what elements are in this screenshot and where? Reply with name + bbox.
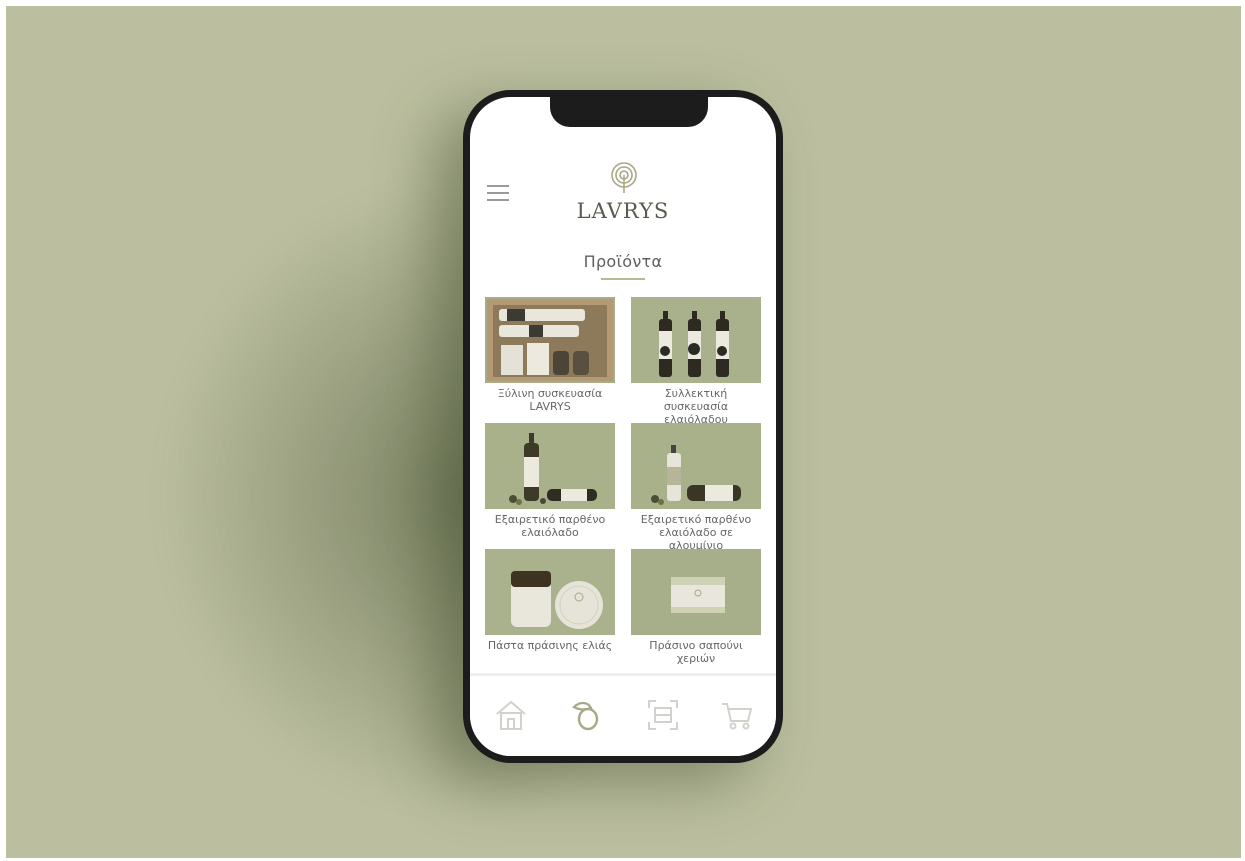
product-label: Πάστα πράσινης ελιάς (487, 639, 613, 652)
product-image (485, 297, 615, 383)
product-card[interactable]: Συλλεκτική συσκευασία ελαιόλαδου (631, 297, 761, 426)
product-card[interactable]: Πάστα πράσινης ελιάς (485, 549, 615, 652)
olive-icon[interactable] (570, 698, 604, 732)
cart-icon[interactable] (720, 698, 754, 732)
product-image (631, 297, 761, 383)
brand-logo-text: LAVRYS (576, 199, 670, 223)
product-image (485, 549, 615, 635)
product-label: Πράσινο σαπούνι χεριών (649, 639, 743, 665)
page-title: Προϊόντα (583, 252, 663, 271)
product-label: Εξαιρετικό παρθένο ελαιόλαδο σε αλουμίνι… (640, 513, 752, 552)
product-card[interactable]: Ξύλινη συσκευασία LAVRYS (485, 297, 615, 413)
bottom-nav-bar (470, 673, 776, 756)
product-card[interactable]: Εξαιρετικό παρθένο ελαιόλαδο (485, 423, 615, 539)
product-image (631, 549, 761, 635)
product-card[interactable]: Εξαιρετικό παρθένο ελαιόλαδο σε αλουμίνι… (631, 423, 761, 552)
phone-frame: LAVRYS Προϊόντα Ξύλινη συσκευασία LAVRYS… (463, 90, 783, 763)
phone-notch (550, 97, 708, 127)
product-label: Ξύλινη συσκευασία LAVRYS (497, 387, 603, 413)
product-label: Συλλεκτική συσκευασία ελαιόλαδου (663, 387, 729, 426)
logo-mark-icon (611, 162, 637, 193)
product-image (485, 423, 615, 509)
product-image (631, 423, 761, 509)
title-underline (601, 278, 645, 280)
product-label: Εξαιρετικό παρθένο ελαιόλαδο (494, 513, 606, 539)
app-screen: LAVRYS Προϊόντα Ξύλινη συσκευασία LAVRYS… (470, 97, 776, 756)
product-card[interactable]: Πράσινο σαπούνι χεριών (631, 549, 761, 665)
scan-icon[interactable] (646, 698, 680, 732)
home-icon[interactable] (494, 698, 528, 732)
